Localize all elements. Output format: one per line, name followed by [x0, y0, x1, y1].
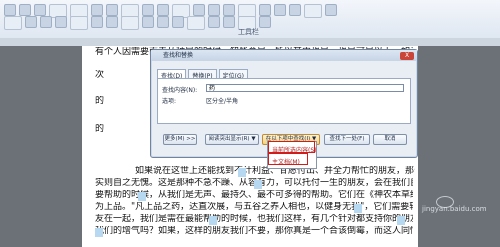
ribbon-tool-button[interactable]: [259, 4, 271, 16]
ribbon-tool-button[interactable]: [157, 4, 169, 16]
search-hit-highlight: [95, 228, 103, 237]
ribbon-tool-button[interactable]: [40, 16, 52, 28]
ribbon-tool-button[interactable]: [304, 4, 322, 18]
ribbon-tool-button[interactable]: [70, 16, 88, 30]
ribbon-tool-button[interactable]: [223, 16, 235, 28]
search-hit-highlight: [238, 168, 246, 177]
find-what-input[interactable]: 药: [206, 84, 404, 92]
document-gutter-left: [0, 46, 82, 247]
dialog-title: 查找和替换: [151, 50, 417, 61]
ribbon-group-label: 工具栏: [238, 28, 259, 36]
ribbon-tool-button[interactable]: [142, 16, 154, 28]
cancel-button[interactable]: 取消: [373, 134, 407, 145]
more-button[interactable]: 更多(M) >>: [163, 134, 197, 145]
ribbon-tool-button[interactable]: [259, 16, 271, 28]
ribbon-tool-button[interactable]: [91, 4, 103, 16]
dialog-close-button[interactable]: X: [400, 52, 414, 60]
search-hit-highlight: [138, 192, 146, 201]
document-line: 的: [95, 124, 105, 134]
ribbon-tool-button[interactable]: [208, 16, 220, 28]
ribbon-tool-button[interactable]: [172, 16, 184, 28]
document-line: 次: [95, 70, 105, 80]
ribbon-toolbar: 工具栏: [0, 0, 500, 39]
ribbon-tool-button[interactable]: [223, 4, 235, 16]
document-gutter-right: [418, 46, 500, 247]
ribbon-tool-button[interactable]: [208, 4, 220, 16]
ribbon-tool-button[interactable]: [25, 16, 37, 28]
ribbon-tool-button[interactable]: [157, 16, 169, 28]
ribbon-tool-button[interactable]: [4, 4, 16, 16]
reading-highlight-button[interactable]: 阅读突出显示(R) ▼: [205, 134, 259, 145]
document-paragraph-line: 我们的增气吗？如果，这样的朋友我们不要，那你真是一个合该倒霉，而这人同情的安慰。: [95, 226, 413, 236]
watermark-text: jingyan.baidu.com: [422, 205, 487, 213]
options-value: 区分全/半角: [206, 98, 239, 105]
search-hit-highlight: [254, 180, 262, 189]
document-line: 的: [95, 96, 105, 106]
options-label: 选项:: [162, 98, 177, 105]
ribbon-tool-button[interactable]: [91, 16, 103, 28]
ribbon-row-top: [4, 4, 337, 18]
ribbon-tool-button[interactable]: [19, 4, 31, 16]
ribbon-tool-button[interactable]: [4, 16, 22, 30]
document-paragraph-line: 友在一起，我们是需在最能帮助的时候，也我们这样，有几个针对都支持你的朋友，我可能: [95, 214, 413, 224]
ribbon-tool-button[interactable]: [187, 16, 205, 30]
find-tab-panel: 查找内容(N): 药 选项: 区分全/半角: [157, 78, 411, 124]
ribbon-tool-button[interactable]: [34, 4, 46, 16]
ribbon-tool-button[interactable]: [274, 4, 286, 16]
annotation-highlight-box: [268, 141, 315, 153]
ribbon-tool-button[interactable]: [55, 16, 67, 28]
ribbon-tool-button[interactable]: [121, 16, 139, 30]
search-hit-highlight: [209, 216, 217, 225]
search-hit-highlight: [354, 204, 362, 213]
ribbon-tool-button[interactable]: [289, 4, 301, 16]
ribbon-tool-button[interactable]: [193, 4, 205, 16]
ribbon-tool-button[interactable]: [106, 16, 118, 28]
search-hit-highlight: [397, 216, 405, 225]
ribbon-tool-button[interactable]: [106, 4, 118, 16]
document-paragraph-line: 为上品。"凡上品之药，达直次展，与五谷之养人相也，以健身无我"，它们需要轻养，如…: [95, 202, 413, 212]
find-next-button[interactable]: 查找下一处(F): [324, 134, 370, 145]
ribbon-tool-button[interactable]: [325, 4, 337, 16]
find-what-label: 查找内容(N):: [162, 87, 198, 94]
annotation-highlight-box: [268, 153, 308, 165]
ribbon-tool-button[interactable]: [142, 4, 154, 16]
ribbon-row-bottom: [4, 16, 271, 30]
